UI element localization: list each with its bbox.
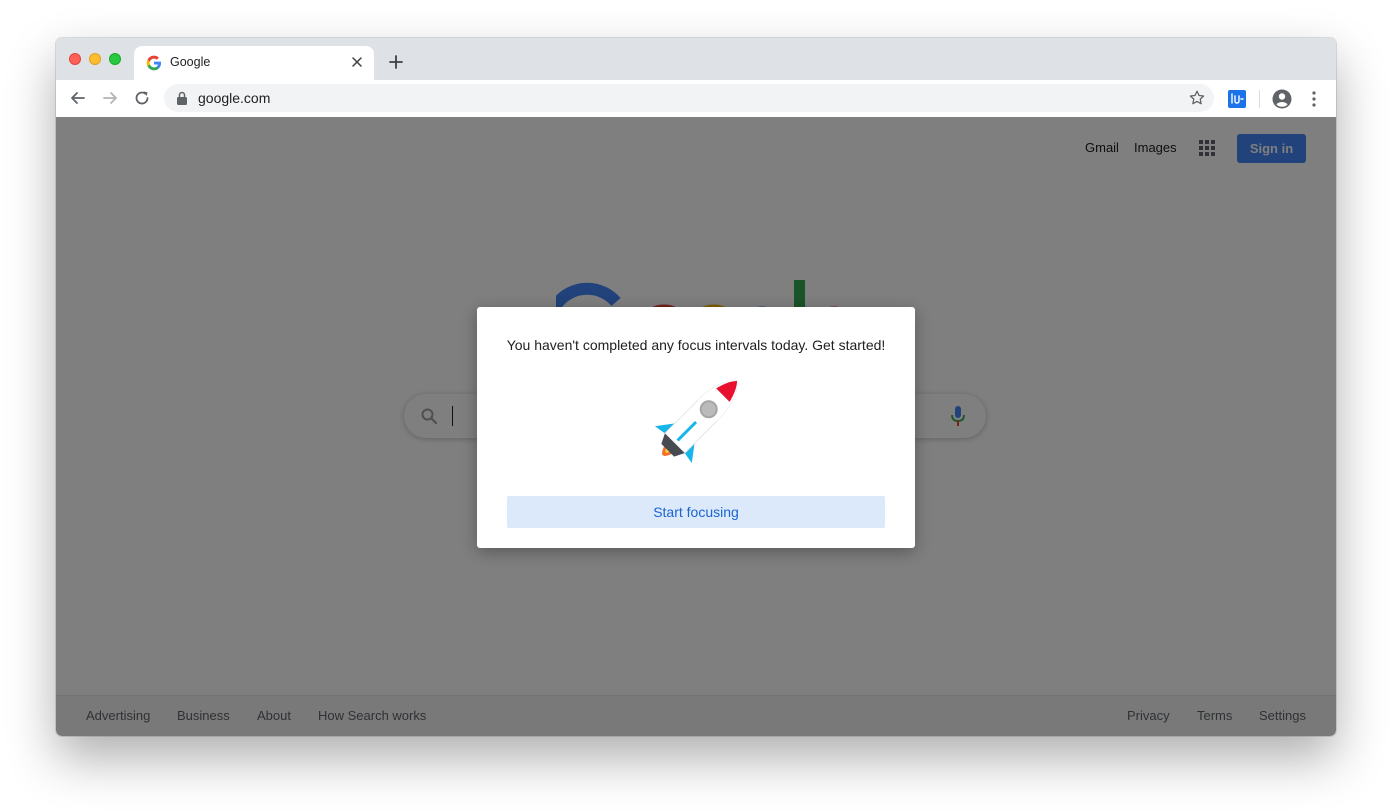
star-icon[interactable] — [1188, 89, 1206, 107]
dialog-message: You haven't completed any focus interval… — [506, 337, 886, 353]
arrow-left-icon[interactable] — [68, 88, 88, 108]
tab-google[interactable]: Google — [134, 46, 374, 80]
tab-strip: Google — [56, 38, 1336, 80]
extension-icon[interactable] — [1228, 90, 1246, 108]
account-circle-icon[interactable] — [1272, 89, 1292, 109]
plus-icon[interactable] — [386, 52, 406, 72]
tab-title: Google — [170, 55, 211, 69]
lock-icon — [177, 91, 187, 105]
more-vert-icon[interactable] — [1306, 89, 1322, 109]
google-g-icon — [146, 55, 162, 71]
focus-dialog: You haven't completed any focus interval… — [477, 307, 915, 548]
rocket-icon — [654, 380, 738, 464]
zoom-window-button[interactable] — [109, 53, 121, 65]
close-icon[interactable] — [348, 53, 366, 71]
browser-window: Google google.com You haven't completed … — [56, 38, 1336, 736]
browser-toolbar: google.com — [56, 80, 1336, 118]
arrow-right-icon[interactable] — [100, 88, 120, 108]
minimize-window-button[interactable] — [89, 53, 101, 65]
close-window-button[interactable] — [69, 53, 81, 65]
page-content: Gmail Images Sign in — [56, 117, 1336, 736]
start-focusing-button[interactable]: Start focusing — [507, 496, 885, 528]
address-bar[interactable]: google.com — [164, 84, 1214, 112]
url-text: google.com — [198, 90, 271, 106]
reload-icon[interactable] — [132, 88, 152, 108]
toolbar-separator — [1259, 90, 1260, 108]
